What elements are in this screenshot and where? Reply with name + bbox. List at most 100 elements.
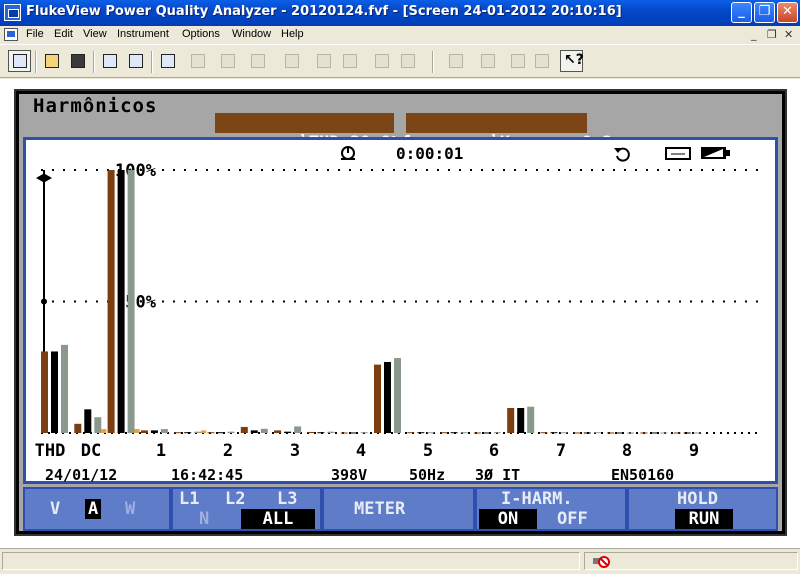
harmonic-bar [427, 432, 435, 434]
mdi-restore-button[interactable]: ❐ [767, 28, 777, 41]
f5-key-hold[interactable]: HOLD RUN [629, 489, 776, 529]
harmonic-bar [260, 428, 268, 433]
print-preview-icon[interactable] [124, 50, 147, 72]
x-tick-label: 8 [622, 441, 632, 461]
instrument-icon[interactable] [8, 50, 31, 72]
harmonics-plot-area: 0:00:01 100% 50% THD DC 1 2 3 4 5 6 7 8 … [23, 137, 778, 484]
zoom-in-icon[interactable] [506, 50, 529, 72]
harmonic-bar [607, 432, 615, 434]
menu-instrument[interactable]: Instrument [117, 28, 169, 40]
toolbar: ↖? [0, 44, 800, 78]
copy-icon[interactable] [156, 50, 179, 72]
close-button[interactable]: ✕ [777, 2, 798, 23]
x-tick-label: 7 [556, 441, 566, 461]
zoom-fit-icon[interactable] [370, 50, 393, 72]
harmonic-bar [174, 432, 182, 434]
mdi-close-button[interactable]: ✕ [784, 28, 793, 41]
menu-file[interactable]: File [26, 28, 44, 40]
status-time: 16:42:45 [171, 466, 244, 484]
harmonic-bar [327, 431, 335, 433]
mdi-minimize-button[interactable]: _ [751, 28, 757, 41]
f4-key-iharm[interactable]: I-HARM. ON OFF [477, 489, 625, 529]
harmonic-bar [673, 432, 681, 434]
menu-help[interactable]: Help [281, 28, 304, 40]
harmonic-bar [527, 406, 535, 433]
x-tick-label: 3 [290, 441, 300, 461]
elapsed-timer: 0:00:01 [396, 144, 463, 163]
export-icon[interactable] [246, 50, 269, 72]
menu-view[interactable]: View [83, 28, 107, 40]
histogram-icon[interactable] [280, 50, 303, 72]
harmonic-bar [41, 351, 48, 433]
f2-key-phase[interactable]: L1 L2 L3 N ALL [173, 489, 320, 529]
harmonic-bar [184, 432, 192, 434]
x-tick-label: DC [81, 441, 101, 461]
camera-icon[interactable] [186, 50, 209, 72]
menu-options[interactable]: Options [182, 28, 220, 40]
status-bar [0, 548, 800, 574]
harmonic-bar [450, 432, 458, 434]
harmonic-bar [507, 408, 515, 433]
harmonic-bar [517, 408, 525, 433]
battery-icon [701, 147, 730, 159]
context-help-icon[interactable]: ↖? [560, 50, 584, 72]
harmonic-bar [650, 432, 658, 434]
harmonic-bar [483, 432, 491, 434]
zoom-out-icon[interactable] [530, 50, 553, 72]
harmonic-bar [217, 432, 225, 434]
cursor-left-arrow[interactable] [36, 174, 43, 182]
meter-icon[interactable] [216, 50, 239, 72]
no-connection-icon [593, 556, 610, 568]
print-icon[interactable] [98, 50, 121, 72]
k-factor-readout: 1K 8.2 [406, 113, 613, 153]
screen-title: Harmônicos [33, 95, 158, 117]
harmonic-bar [227, 431, 235, 433]
harmonic-bar [340, 432, 348, 434]
harmonic-bar [74, 423, 82, 433]
document-icon[interactable] [4, 28, 18, 41]
cursor-right-icon[interactable] [338, 50, 361, 72]
menu-window[interactable]: Window [232, 28, 271, 40]
status-panel-connection [584, 552, 798, 570]
minimize-button[interactable]: _ [731, 2, 752, 23]
harmonic-bar [660, 432, 668, 434]
harmonic-bar [493, 432, 501, 434]
harmonic-bar [150, 430, 158, 433]
save-icon[interactable] [66, 50, 89, 72]
app-icon[interactable] [4, 4, 21, 21]
x-tick-label: 5 [423, 441, 433, 461]
harmonic-bar [240, 426, 248, 433]
menu-edit[interactable]: Edit [54, 28, 73, 40]
harmonic-bar [627, 432, 635, 434]
orange-marker-bar [134, 429, 140, 433]
f1-key-vaw[interactable]: V A W [25, 489, 169, 529]
harmonic-bar [284, 431, 292, 433]
status-voltage: 398V [331, 466, 368, 484]
harmonic-bar [274, 430, 282, 433]
harmonic-bar [683, 432, 691, 434]
zoom-reset-icon[interactable] [396, 50, 419, 72]
harmonic-bar [94, 417, 102, 433]
f3-key-meter[interactable]: METER [324, 489, 473, 529]
harmonic-bar [394, 358, 401, 433]
harmonic-bar [473, 432, 481, 434]
open-icon[interactable] [40, 50, 63, 72]
harmonic-bar [617, 432, 625, 434]
clock-icon [341, 146, 355, 160]
orange-marker-bar [201, 430, 207, 433]
x-tick-label: 1 [156, 441, 166, 461]
stop-icon[interactable] [476, 50, 499, 72]
cursor-right-arrow[interactable] [45, 174, 52, 182]
restore-button[interactable]: ❐ [754, 2, 775, 23]
x-tick-label: 6 [489, 441, 499, 461]
cursor-left-icon[interactable] [312, 50, 335, 72]
window-title: FlukeView Power Quality Analyzer - 20120… [26, 4, 622, 19]
pointer-icon[interactable] [444, 50, 467, 72]
harmonic-bar [350, 432, 358, 434]
x-tick-label: 9 [689, 441, 699, 461]
title-bar: FlukeView Power Quality Analyzer - 20120… [0, 0, 800, 26]
harmonic-bar [573, 432, 581, 434]
harmonic-bar [107, 170, 115, 433]
harmonic-bar [440, 432, 448, 434]
orange-marker-bar [101, 429, 107, 433]
